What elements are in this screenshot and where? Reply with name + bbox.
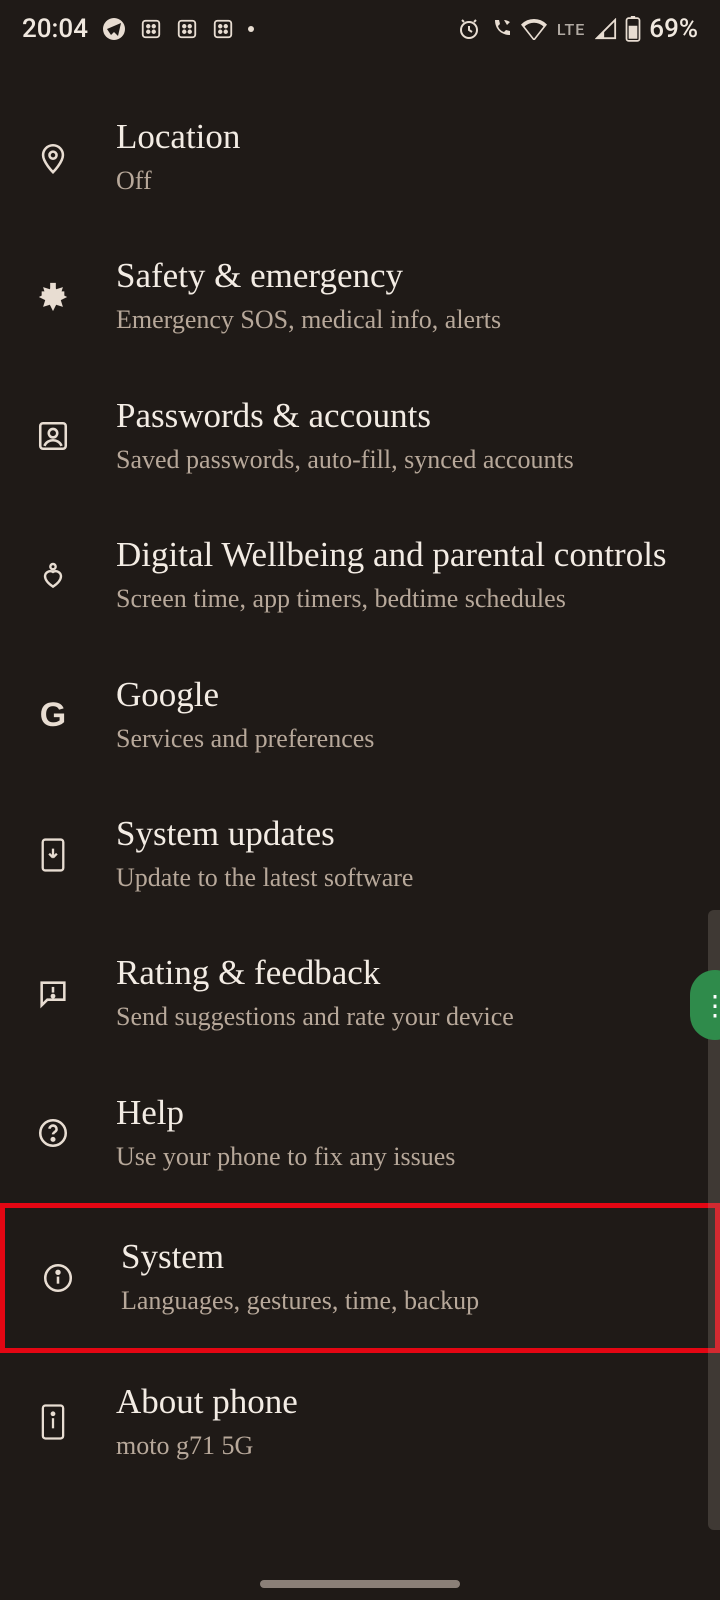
status-clock: 20:04 — [22, 14, 88, 44]
google-g-icon: G — [30, 696, 76, 735]
network-type: LTE — [557, 20, 585, 39]
signal-icon — [595, 18, 617, 40]
item-subtitle: Saved passwords, auto-fill, synced accou… — [116, 442, 700, 478]
wifi-calling-icon — [489, 17, 513, 41]
app-grid-icon — [212, 18, 234, 40]
battery-icon — [625, 16, 641, 42]
item-title: Location — [116, 116, 700, 158]
side-assist-handle[interactable]: ⋮ — [690, 970, 720, 1040]
wifi-icon — [521, 18, 547, 40]
gesture-nav-handle[interactable] — [260, 1580, 460, 1588]
item-title: Passwords & accounts — [116, 395, 700, 437]
help-circle-icon — [30, 1116, 76, 1150]
wellbeing-heart-icon — [30, 560, 76, 592]
item-subtitle: Send suggestions and rate your device — [116, 999, 700, 1035]
app-grid-icon — [140, 18, 162, 40]
feedback-icon — [30, 977, 76, 1011]
status-right: LTE 69% — [457, 14, 698, 44]
settings-item-wellbeing[interactable]: Digital Wellbeing and parental controls … — [0, 506, 720, 645]
settings-list: Location Off Safety & emergency Emergenc… — [0, 58, 720, 1492]
app-grid-icon — [176, 18, 198, 40]
more-notifications-dot — [248, 26, 254, 32]
medical-cross-icon — [30, 280, 76, 314]
settings-item-location[interactable]: Location Off — [0, 88, 720, 227]
item-title: About phone — [116, 1381, 700, 1423]
battery-percent: 69% — [649, 14, 698, 44]
item-subtitle: Update to the latest software — [116, 860, 700, 896]
item-subtitle: moto g71 5G — [116, 1428, 700, 1464]
settings-item-safety[interactable]: Safety & emergency Emergency SOS, medica… — [0, 227, 720, 366]
item-subtitle: Emergency SOS, medical info, alerts — [116, 302, 700, 338]
settings-item-google[interactable]: G Google Services and preferences — [0, 646, 720, 785]
location-pin-icon — [30, 141, 76, 175]
status-bar: 20:04 LTE 69% — [0, 0, 720, 58]
item-subtitle: Off — [116, 163, 700, 199]
telegram-icon — [102, 17, 126, 41]
settings-item-passwords[interactable]: Passwords & accounts Saved passwords, au… — [0, 367, 720, 506]
system-update-icon — [30, 837, 76, 873]
account-box-icon — [30, 419, 76, 453]
item-title: System — [121, 1236, 695, 1278]
item-title: Digital Wellbeing and parental controls — [116, 534, 700, 576]
settings-item-updates[interactable]: System updates Update to the latest soft… — [0, 785, 720, 924]
item-title: Rating & feedback — [116, 952, 700, 994]
phone-info-icon — [30, 1403, 76, 1441]
item-title: System updates — [116, 813, 700, 855]
info-circle-icon — [35, 1261, 81, 1295]
status-left: 20:04 — [22, 14, 254, 44]
settings-item-help[interactable]: Help Use your phone to fix any issues — [0, 1064, 720, 1203]
item-subtitle: Services and preferences — [116, 721, 700, 757]
item-title: Google — [116, 674, 700, 716]
settings-item-about[interactable]: About phone moto g71 5G — [0, 1353, 720, 1492]
item-title: Help — [116, 1092, 700, 1134]
alarm-icon — [457, 17, 481, 41]
item-subtitle: Screen time, app timers, bedtime schedul… — [116, 581, 700, 617]
item-title: Safety & emergency — [116, 255, 700, 297]
item-subtitle: Languages, gestures, time, backup — [121, 1283, 695, 1319]
settings-item-system[interactable]: System Languages, gestures, time, backup — [0, 1203, 720, 1352]
item-subtitle: Use your phone to fix any issues — [116, 1139, 700, 1175]
settings-item-feedback[interactable]: Rating & feedback Send suggestions and r… — [0, 924, 720, 1063]
